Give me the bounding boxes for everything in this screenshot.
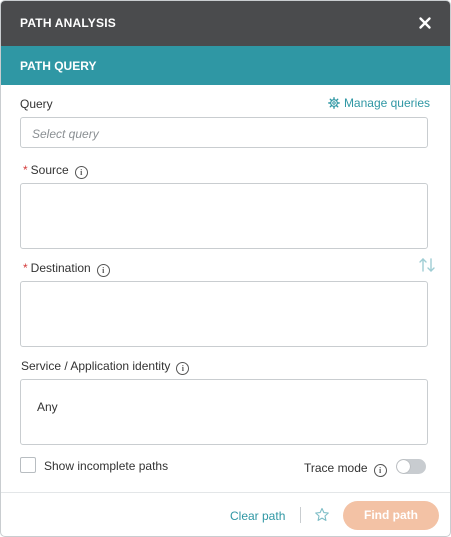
- panel-header: PATH ANALYSIS: [1, 1, 450, 46]
- service-label: Service / Application identity: [21, 359, 171, 373]
- trace-mode-label-row: Trace mode i: [304, 461, 387, 477]
- required-marker: *: [23, 163, 28, 177]
- info-icon[interactable]: i: [373, 464, 387, 477]
- path-analysis-panel: PATH ANALYSIS PATH QUERY Query Manage qu…: [0, 0, 451, 537]
- source-label-row: * Source i: [23, 163, 88, 179]
- show-incomplete-label[interactable]: Show incomplete paths: [44, 459, 168, 473]
- footer-divider: [1, 492, 450, 493]
- service-value: Any: [37, 400, 58, 414]
- info-icon[interactable]: i: [74, 166, 88, 179]
- trace-mode-toggle[interactable]: [396, 459, 426, 474]
- clear-path-link[interactable]: Clear path: [230, 509, 285, 523]
- star-icon[interactable]: [314, 507, 330, 526]
- source-input[interactable]: [20, 183, 428, 249]
- info-icon[interactable]: i: [96, 264, 110, 277]
- destination-label: Destination: [30, 261, 91, 275]
- manage-queries-link[interactable]: Manage queries: [328, 96, 430, 110]
- source-label: Source: [30, 163, 69, 177]
- destination-label-row: * Destination i: [23, 261, 110, 277]
- service-input[interactable]: Any: [20, 379, 428, 445]
- section-title: PATH QUERY: [20, 59, 97, 73]
- gear-icon: [328, 97, 340, 109]
- destination-input[interactable]: [20, 281, 428, 347]
- section-header: PATH QUERY: [1, 46, 450, 85]
- find-path-button[interactable]: Find path: [343, 501, 439, 530]
- service-label-row: Service / Application identity i: [21, 359, 190, 375]
- required-marker: *: [23, 261, 28, 275]
- toggle-knob: [397, 460, 410, 473]
- info-icon[interactable]: i: [176, 362, 190, 375]
- query-label: Query: [20, 97, 53, 111]
- footer-separator: [300, 507, 301, 523]
- trace-mode-label: Trace mode: [304, 461, 368, 475]
- query-placeholder: Select query: [32, 127, 99, 141]
- panel-title: PATH ANALYSIS: [20, 16, 116, 30]
- swap-icon[interactable]: [418, 257, 436, 276]
- query-select[interactable]: Select query: [20, 117, 428, 148]
- show-incomplete-checkbox[interactable]: [20, 457, 36, 473]
- close-icon[interactable]: [414, 12, 436, 34]
- manage-queries-label: Manage queries: [343, 96, 430, 110]
